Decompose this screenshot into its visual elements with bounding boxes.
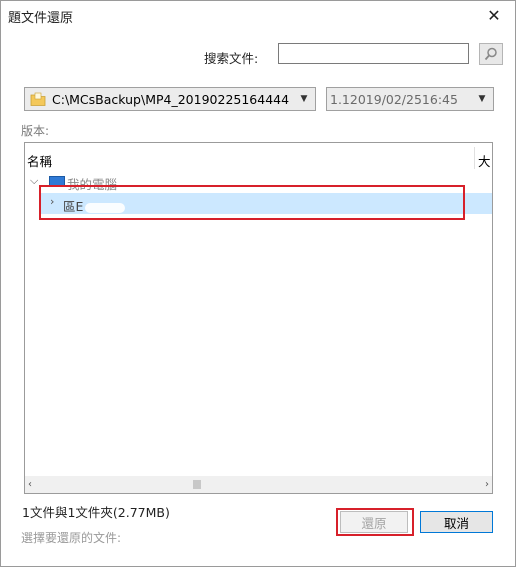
scrollbar-thumb[interactable] — [193, 480, 201, 489]
annotation-highlight-box — [336, 508, 414, 536]
search-input[interactable] — [278, 43, 469, 64]
chevron-down-icon[interactable]: ⌵ — [30, 174, 38, 188]
scroll-left-icon[interactable]: ‹ — [28, 479, 32, 490]
column-divider[interactable] — [474, 147, 475, 169]
horizontal-scrollbar[interactable]: ‹ › — [25, 476, 492, 493]
search-label: 搜索文件: — [204, 51, 259, 66]
annotation-highlight-box — [39, 185, 465, 220]
close-button[interactable]: ✕ — [481, 3, 507, 27]
version-date-dropdown[interactable]: 1.12019/02/2516:45 ▼ — [326, 87, 494, 111]
chevron-down-icon: ▼ — [478, 94, 486, 104]
search-icon — [484, 47, 497, 61]
cancel-button[interactable]: 取消 — [420, 511, 493, 533]
version-date-value: 1.12019/02/2516:45 — [330, 91, 458, 107]
column-size-header[interactable]: 大 — [478, 151, 491, 170]
backup-path-value: C:\MCsBackup\MP4_20190225164444 — [52, 91, 290, 107]
column-name-header[interactable]: 名稱 — [27, 151, 52, 170]
hint-text: 選擇要還原的文件: — [21, 531, 122, 545]
folder-icon — [30, 92, 46, 106]
restore-dialog: 題文件還原 ✕ 搜索文件: C:\MCsBackup\MP4_201902251… — [0, 0, 516, 567]
backup-path-dropdown[interactable]: C:\MCsBackup\MP4_20190225164444 ▼ — [24, 87, 316, 111]
close-icon: ✕ — [487, 5, 501, 25]
list-header: 名稱 大 — [25, 143, 492, 171]
scroll-right-icon[interactable]: › — [485, 479, 489, 490]
selection-summary: 1文件與1文件夾(2.77MB) — [22, 505, 170, 520]
version-label: 版本: — [21, 124, 50, 138]
dialog-title: 題文件還原 — [8, 11, 74, 26]
search-button[interactable] — [479, 43, 503, 65]
chevron-down-icon: ▼ — [300, 94, 308, 104]
